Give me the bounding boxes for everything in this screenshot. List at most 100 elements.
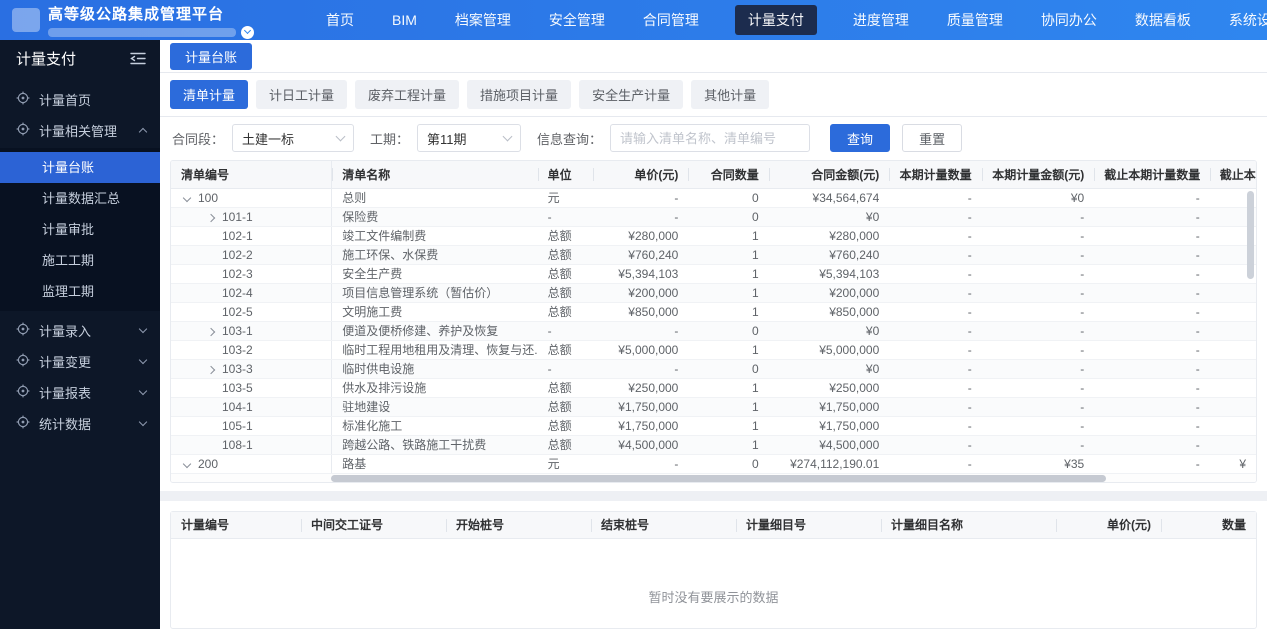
nav-item-home[interactable]: 首页 — [324, 5, 356, 35]
cell: 供水及排污设施 — [331, 378, 538, 398]
sidebar-item-label: 计量相关管理 — [39, 124, 118, 139]
sidebar-item-label: 计量录入 — [39, 324, 92, 339]
table-row[interactable]: 200 路基元 -0 ¥274,112,190.01- ¥35- ¥ — [171, 454, 1256, 474]
cell: 0 — [688, 454, 769, 474]
cell: ¥760,240 — [592, 245, 689, 265]
cell: 总则 — [331, 188, 538, 208]
caret-down-icon[interactable] — [183, 194, 192, 203]
nav-item-quality[interactable]: 质量管理 — [945, 5, 1005, 35]
table-row[interactable]: 103-1 便道及便桥修建、养护及恢复 - -0 ¥0- - - — [171, 321, 1256, 341]
page-tab-ledger[interactable]: 计量台账 — [170, 42, 253, 70]
vertical-scrollbar[interactable] — [1247, 191, 1254, 279]
table-row[interactable]: 103-3 临时供电设施 - -0 ¥0- - - — [171, 359, 1256, 379]
table-row[interactable]: 108-1 跨越公路、铁路施工干扰费 总额 ¥4,500,000 1 ¥4,500,000… — [171, 435, 1256, 455]
cell: 项目信息管理系统（暂估价） — [331, 283, 538, 303]
table-row[interactable]: 102-4 项目信息管理系统（暂估价） 总额 ¥200,000 1 ¥200,000- - - — [171, 283, 1256, 303]
sidebar-item-measure-home[interactable]: 计量首页 — [0, 84, 160, 115]
cell: 总额 — [537, 416, 593, 436]
nav-item-archives[interactable]: 档案管理 — [453, 5, 513, 35]
sidebar-item-measure-ledger[interactable]: 计量台账 — [0, 152, 160, 183]
tab-abandoned-measure[interactable]: 废弃工程计量 — [355, 80, 460, 109]
table-row[interactable]: 102-2 施工环保、水保费 总额 ¥760,240 1 ¥760,240- - - — [171, 245, 1256, 265]
sidebar: 计量支付 计量首页 计量相关管理 计量台账 计量数据汇总 计量审批 施工工期 监理工期 计量录… — [0, 40, 160, 629]
redacted-subtitle — [48, 27, 236, 37]
collapse-sidebar-icon[interactable] — [130, 52, 146, 65]
caret-down-icon[interactable] — [183, 460, 192, 469]
cell: - — [889, 435, 982, 455]
chevron-down-icon — [138, 355, 148, 365]
sidebar-item-construction-period[interactable]: 施工工期 — [0, 245, 160, 276]
cell — [1209, 302, 1256, 322]
cell: 临时供电设施 — [331, 359, 538, 379]
sidebar-item-measure-summary[interactable]: 计量数据汇总 — [0, 183, 160, 214]
code-cell: 108-1 — [171, 435, 333, 455]
cell: - — [537, 321, 593, 341]
table-row[interactable]: 104-1 驻地建设 总额 ¥1,750,000 1 ¥1,750,000- - - — [171, 397, 1256, 417]
table-row[interactable]: 102-3 安全生产费 总额 ¥5,394,103 1 ¥5,394,103- - - — [171, 264, 1256, 284]
table-row[interactable]: 102-1 竣工文件编制费 总额 ¥280,000 1 ¥280,000- - - — [171, 226, 1256, 246]
table-row[interactable]: 102-5 文明施工费 总额 ¥850,000 1 ¥850,000- - - — [171, 302, 1256, 322]
sidebar-item-measure-approval[interactable]: 计量审批 — [0, 214, 160, 245]
nav-item-settings[interactable]: 系统设定 — [1227, 5, 1267, 35]
cell: 总额 — [537, 264, 593, 284]
tab-safety-measure[interactable]: 安全生产计量 — [579, 80, 684, 109]
caret-right-icon[interactable] — [207, 213, 216, 222]
nav-item-safety[interactable]: 安全管理 — [547, 5, 607, 35]
empty-state: 暂时没有要展示的数据 — [648, 590, 779, 605]
cell: ¥0 — [768, 359, 890, 379]
nav-item-bim[interactable]: BIM — [390, 7, 419, 33]
table-row[interactable]: 103-2 临时工程用地租用及清理、恢复与还... 总额 ¥5,000,000 1 ¥5,… — [171, 340, 1256, 360]
code-cell: 102-5 — [171, 302, 333, 322]
sidebar-item-measure-change[interactable]: 计量变更 — [0, 346, 160, 377]
nav-item-progress[interactable]: 进度管理 — [851, 5, 911, 35]
ledger-table-body: 100 总则元 -0 ¥34,564,674- ¥0-101-1 保险费 - -0 ¥0- - -1… — [171, 188, 1256, 474]
subtitle-dropdown-icon[interactable] — [241, 25, 254, 39]
cell: ¥760,240 — [768, 245, 890, 265]
cell: ¥5,394,103 — [768, 264, 890, 284]
menu-icon — [16, 384, 30, 401]
nav-item-measure-pay[interactable]: 计量支付 — [734, 5, 817, 35]
horizontal-scrollbar[interactable] — [171, 473, 1256, 482]
sidebar-item-statistics[interactable]: 统计数据 — [0, 408, 160, 439]
contract-select[interactable]: 土建一标 — [232, 124, 355, 152]
nav-item-collab[interactable]: 协同办公 — [1039, 5, 1099, 35]
cell: ¥5,394,103 — [592, 264, 689, 284]
search-label: 信息查询： — [537, 131, 603, 147]
table-row[interactable]: 101-1 保险费 - -0 ¥0- - - — [171, 207, 1256, 227]
table-row[interactable]: 103-5 供水及排污设施 总额 ¥250,000 1 ¥250,000- - - — [171, 378, 1256, 398]
column-header: 本期计量数量 — [889, 161, 982, 189]
sidebar-item-supervision-period[interactable]: 监理工期 — [0, 276, 160, 307]
cell: 元 — [537, 188, 593, 208]
nav-item-dashboard[interactable]: 数据看板 — [1133, 5, 1193, 35]
code-cell: 102-3 — [171, 264, 333, 284]
table-row[interactable]: 100 总则元 -0 ¥34,564,674- ¥0- — [171, 188, 1256, 208]
cell: - — [889, 359, 982, 379]
caret-right-icon[interactable] — [207, 327, 216, 336]
chevron-down-icon — [335, 131, 346, 142]
tab-daywork-measure[interactable]: 计日工计量 — [256, 80, 348, 109]
scrollbar-thumb[interactable] — [331, 474, 1106, 482]
tab-measure-items[interactable]: 措施项目计量 — [467, 80, 572, 109]
tab-other-measure[interactable]: 其他计量 — [691, 80, 770, 109]
cell: - — [889, 340, 982, 360]
code-cell: 103-2 — [171, 340, 333, 360]
caret-right-icon[interactable] — [207, 365, 216, 374]
cell: - — [592, 207, 689, 227]
table-row[interactable]: 105-1 标准化施工 总额 ¥1,750,000 1 ¥1,750,000- - - — [171, 416, 1256, 436]
reset-button[interactable]: 重置 — [902, 124, 963, 152]
sidebar-item-measure-report[interactable]: 计量报表 — [0, 377, 160, 408]
sidebar-item-measure-mgmt[interactable]: 计量相关管理 — [0, 115, 160, 146]
column-header: 合同金额(元) — [768, 161, 890, 189]
cell: 1 — [688, 397, 769, 417]
sidebar-item-measure-entry[interactable]: 计量录入 — [0, 315, 160, 346]
column-header: 计量细目号 — [736, 511, 881, 539]
period-select[interactable]: 第11期 — [417, 124, 522, 152]
cell: ¥4,500,000 — [592, 435, 689, 455]
tab-list-measure[interactable]: 清单计量 — [170, 80, 249, 109]
code-cell: 105-1 — [171, 416, 333, 436]
nav-item-contract[interactable]: 合同管理 — [641, 5, 701, 35]
query-button[interactable]: 查询 — [830, 124, 891, 152]
chevron-down-icon — [502, 131, 513, 142]
cell: ¥0 — [768, 207, 890, 227]
search-input[interactable] — [610, 124, 811, 152]
